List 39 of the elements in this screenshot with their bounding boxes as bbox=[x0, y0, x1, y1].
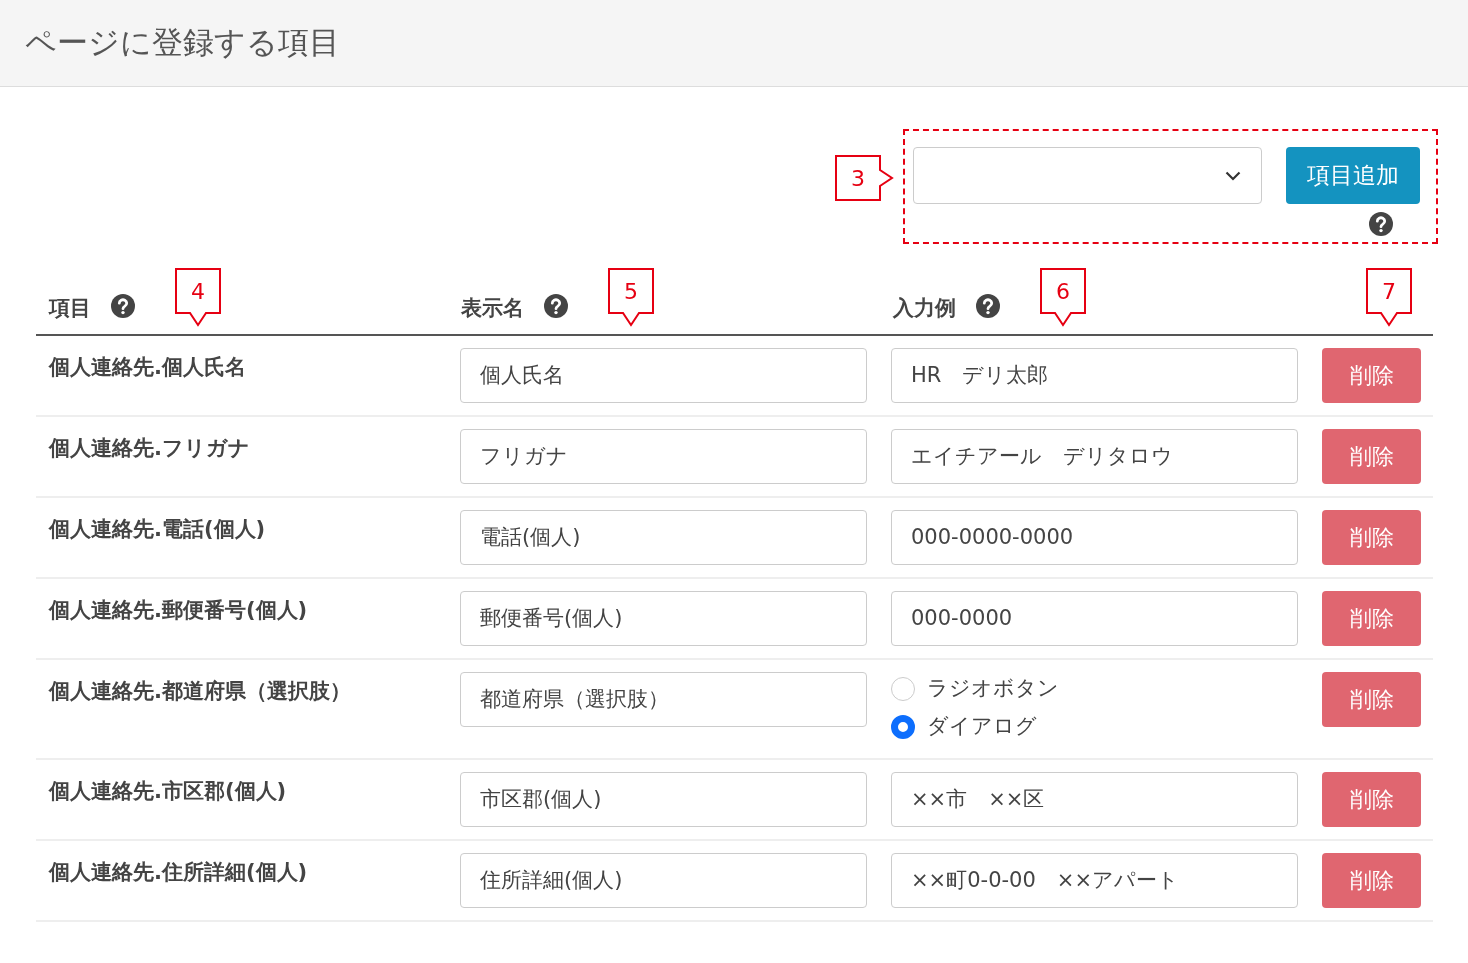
item-name: 個人連絡先.住所詳細(個人) bbox=[48, 859, 309, 886]
display-name-field[interactable]: 電話(個人) bbox=[460, 510, 867, 565]
example-field[interactable]: 000-0000 bbox=[891, 591, 1298, 646]
column-header: 入力例 bbox=[893, 294, 956, 322]
display-name-field[interactable]: 市区郡(個人) bbox=[460, 772, 867, 827]
radio-button[interactable] bbox=[891, 715, 915, 739]
item-name: 個人連絡先.個人氏名 bbox=[48, 354, 247, 381]
example-field[interactable]: ××市 ××区 bbox=[891, 772, 1298, 827]
help-icon[interactable] bbox=[111, 294, 135, 318]
chevron-down-icon bbox=[1225, 170, 1241, 181]
item-name: 個人連絡先.郵便番号(個人) bbox=[48, 597, 309, 624]
example-field[interactable]: HR デリ太郎 bbox=[891, 348, 1298, 403]
callout-marker: 6 bbox=[1040, 268, 1086, 326]
display-name-field[interactable]: フリガナ bbox=[460, 429, 867, 484]
item-name: 個人連絡先.フリガナ bbox=[48, 435, 251, 462]
callout-marker: 3 bbox=[835, 155, 893, 201]
item-name: 個人連絡先.都道府県（選択肢） bbox=[48, 678, 352, 705]
radio-label: ダイアログ bbox=[927, 713, 1037, 741]
display-name-field[interactable]: 住所詳細(個人) bbox=[460, 853, 867, 908]
example-field[interactable]: 000-0000-0000 bbox=[891, 510, 1298, 565]
callout-marker: 4 bbox=[175, 268, 221, 326]
display-name-field[interactable]: 郵便番号(個人) bbox=[460, 591, 867, 646]
page-title: ページに登録する項目 bbox=[25, 24, 340, 62]
radio-label: ラジオボタン bbox=[927, 675, 1059, 703]
example-field[interactable]: エイチアール デリタロウ bbox=[891, 429, 1298, 484]
display-name-field[interactable]: 個人氏名 bbox=[460, 348, 867, 403]
add-item-button[interactable]: 項目追加 bbox=[1286, 147, 1420, 204]
callout-marker: 5 bbox=[608, 268, 654, 326]
radio-button[interactable] bbox=[891, 677, 915, 701]
column-header: 表示名 bbox=[461, 294, 524, 322]
item-name: 個人連絡先.電話(個人) bbox=[48, 516, 267, 543]
help-icon[interactable] bbox=[1369, 212, 1393, 236]
item-name: 個人連絡先.市区郡(個人) bbox=[48, 778, 288, 805]
column-header: 項目 bbox=[49, 294, 91, 322]
help-icon[interactable] bbox=[976, 294, 1000, 318]
callout-marker: 7 bbox=[1366, 268, 1412, 326]
display-name-field[interactable]: 都道府県（選択肢） bbox=[460, 672, 867, 727]
example-field[interactable]: ××町0-0-00 ××アパート bbox=[891, 853, 1298, 908]
help-icon[interactable] bbox=[544, 294, 568, 318]
